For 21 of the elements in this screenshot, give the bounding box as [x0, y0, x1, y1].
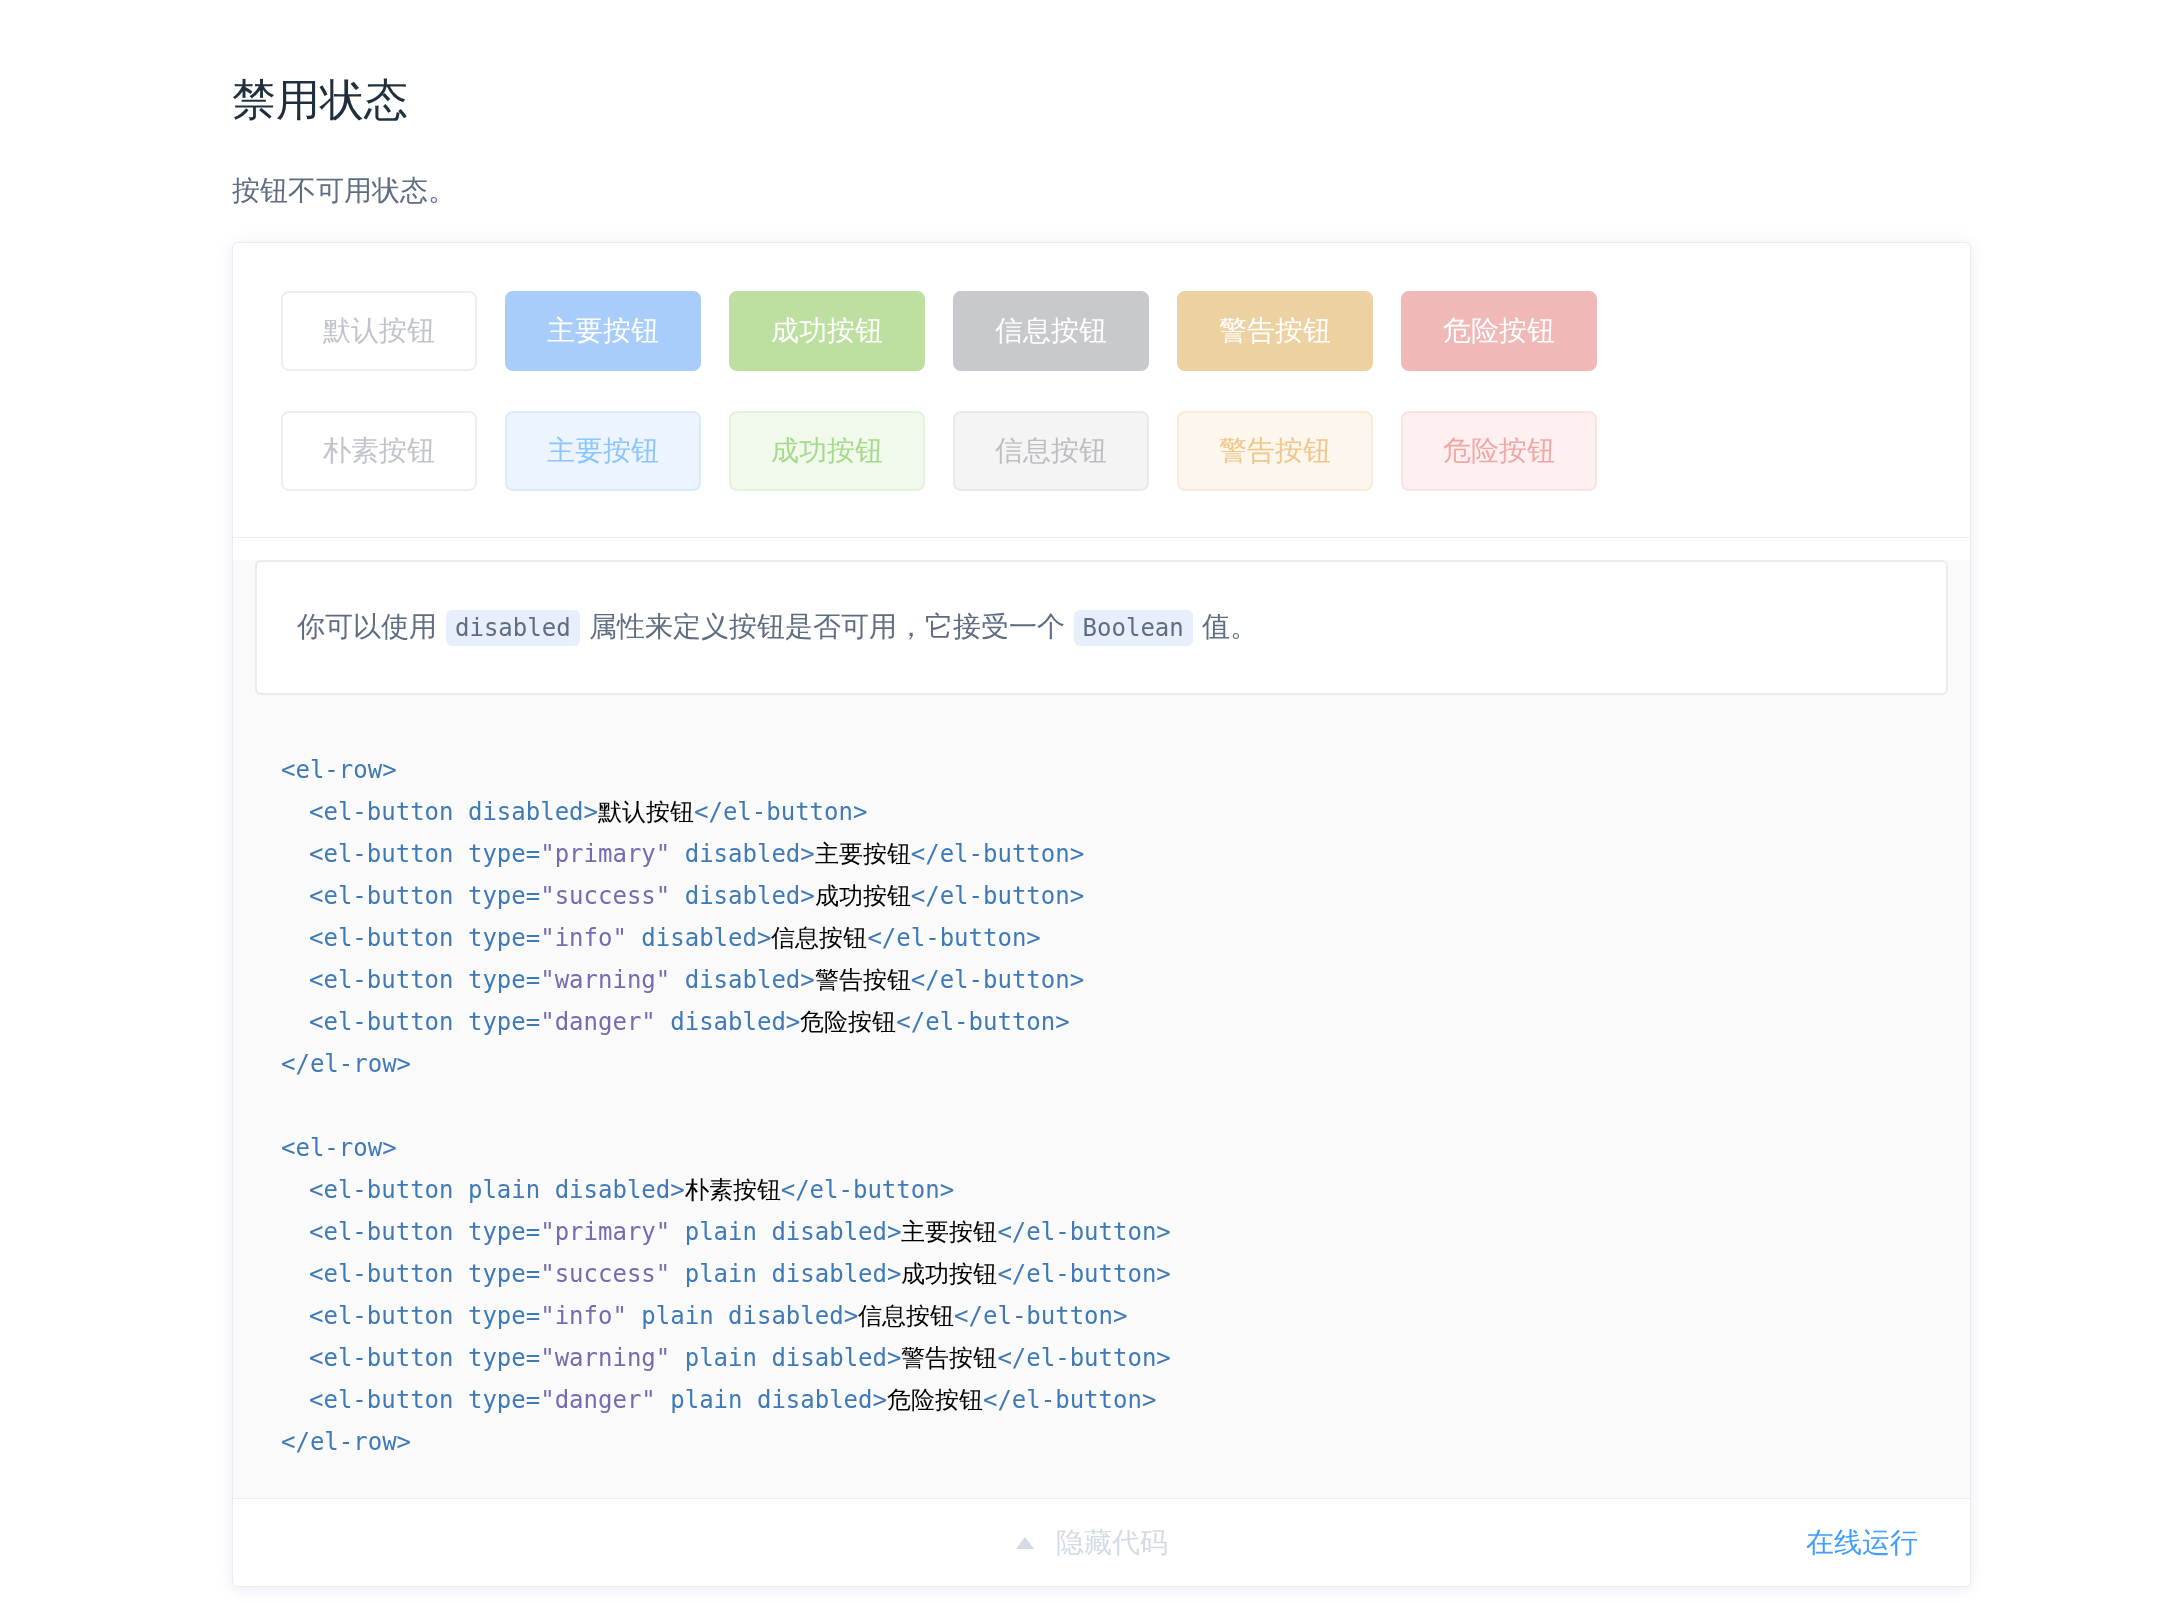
code-line: <el-button plain disabled>朴素按钮</el-button> — [309, 1175, 955, 1206]
run-online-link[interactable]: 在线运行 — [1806, 1523, 1918, 1562]
explanation-text: 你可以使用 disabled 属性来定义按钮是否可用，它接受一个 Boolean 值。 — [297, 602, 1258, 653]
code-line: <el-row> — [281, 755, 397, 786]
caret-icon — [1015, 1536, 1034, 1549]
code-line: <el-button type="danger" disabled>危险按钮</el-button> — [309, 1007, 1070, 1038]
code-line: <el-row> — [281, 1133, 397, 1164]
code-line: <el-button type="warning" disabled>警告按钮</el-button> — [309, 965, 1085, 996]
code-line: <el-button type="success" disabled>成功按钮</el-button> — [309, 881, 1085, 912]
code-line: <el-button type="primary" plain disabled>主要按钮</el-button> — [309, 1217, 1171, 1248]
section-description: 按钮不可用状态。 — [232, 174, 456, 208]
code-line: <el-button type="warning" plain disabled>警告按钮</el-button> — [309, 1343, 1171, 1374]
code-line: <el-button type="danger" plain disabled>危险按钮</el-button> — [309, 1385, 1157, 1416]
code-line: <el-button type="success" plain disabled>成功按钮</el-button> — [309, 1259, 1171, 1290]
code-line: <el-button disabled>默认按钮</el-button> — [309, 797, 868, 828]
code-line: </el-row> — [281, 1427, 412, 1458]
code-line: <el-button type="info" disabled>信息按钮</el-button> — [309, 923, 1041, 954]
code-line: <el-button type="info" plain disabled>信息按钮</el-button> — [309, 1301, 1128, 1332]
section-title: 禁用状态 — [232, 74, 408, 126]
code-line: </el-row> — [281, 1049, 412, 1080]
code-line: <el-button type="primary" disabled>主要按钮</el-button> — [309, 839, 1085, 870]
